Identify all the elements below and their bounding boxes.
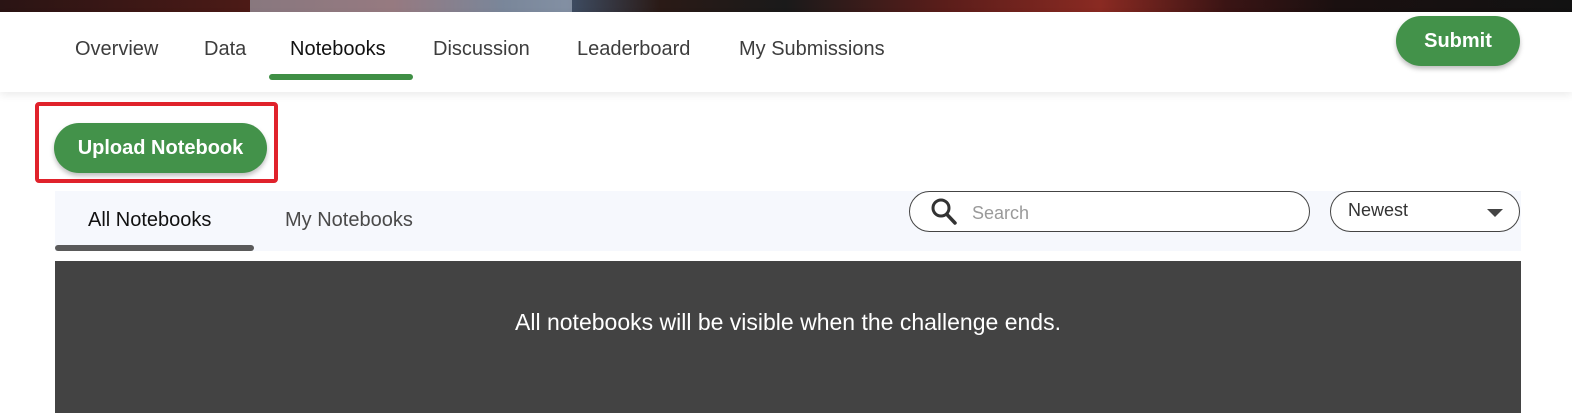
search-icon bbox=[931, 198, 957, 225]
banner-logo bbox=[250, 0, 572, 12]
search-input[interactable] bbox=[970, 198, 1294, 228]
tab-data[interactable]: Data bbox=[204, 38, 246, 61]
active-tab-indicator bbox=[269, 74, 413, 80]
submit-button[interactable]: Submit bbox=[1396, 16, 1520, 66]
chevron-down-icon bbox=[1487, 209, 1503, 217]
tab-my-submissions[interactable]: My Submissions bbox=[739, 38, 885, 61]
notice-message: All notebooks will be visible when the c… bbox=[515, 309, 1061, 335]
tab-notebooks[interactable]: Notebooks bbox=[290, 38, 386, 61]
tab-all-notebooks[interactable]: All Notebooks bbox=[88, 209, 211, 232]
tab-leaderboard[interactable]: Leaderboard bbox=[577, 38, 690, 61]
tab-my-notebooks[interactable]: My Notebooks bbox=[285, 209, 413, 232]
active-subtab-indicator bbox=[55, 245, 254, 251]
notice-panel bbox=[55, 261, 1521, 413]
upload-notebook-button[interactable]: Upload Notebook bbox=[54, 123, 267, 173]
sort-selected-value: Newest bbox=[1348, 200, 1409, 220]
tab-overview[interactable]: Overview bbox=[75, 38, 158, 61]
tab-discussion[interactable]: Discussion bbox=[433, 38, 530, 61]
header-banner bbox=[0, 0, 1572, 12]
